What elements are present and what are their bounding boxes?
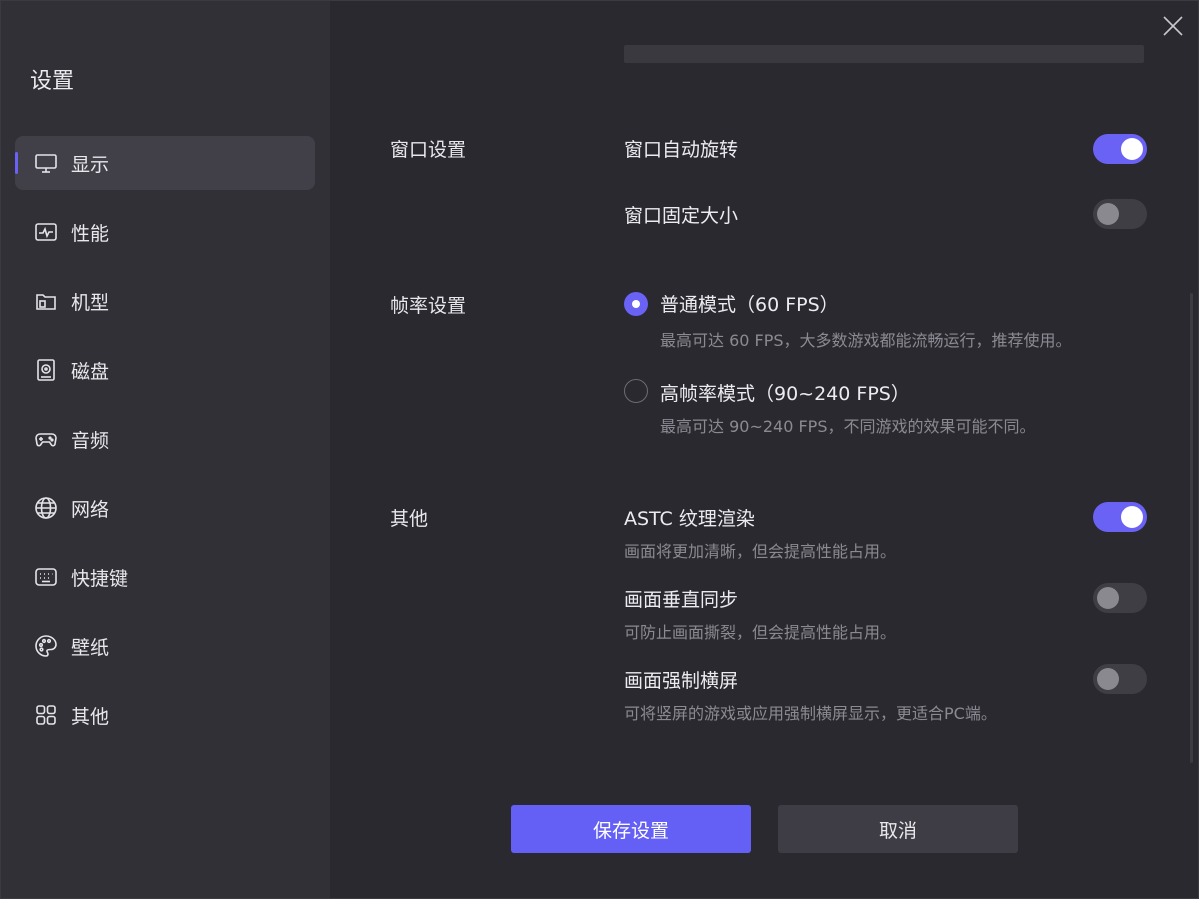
force-landscape-desc: 可将竖屏的游戏或应用强制横屏显示，更适合PC端。 [624, 704, 997, 723]
scrollbar[interactable] [1190, 293, 1193, 763]
normal-mode-desc: 最高可达 60 FPS，大多数游戏都能流畅运行，推荐使用。 [660, 331, 1072, 350]
cancel-button[interactable]: 取消 [778, 805, 1018, 853]
sidebar-item-label: 显示 [71, 153, 110, 176]
normal-mode-radio[interactable] [624, 292, 648, 316]
force-landscape-toggle[interactable] [1093, 664, 1147, 694]
toggle-knob [1097, 587, 1119, 609]
monitor-icon [33, 150, 59, 176]
sidebar-item-label: 性能 [71, 222, 110, 245]
sidebar-item-display[interactable]: 显示 [15, 136, 315, 190]
auto-rotate-title: 窗口自动旋转 [624, 139, 739, 161]
toggle-knob [1097, 203, 1119, 225]
sidebar-nav: 显示 性能 机型 磁盘 音频 网络 快捷键 壁纸 其他 [15, 136, 315, 757]
sidebar-item-label: 壁纸 [71, 636, 110, 659]
sidebar-item-network[interactable]: 网络 [15, 481, 315, 535]
keyboard-icon [33, 564, 59, 590]
sidebar-item-label: 快捷键 [71, 567, 129, 590]
sidebar-item-wallpaper[interactable]: 壁纸 [15, 619, 315, 673]
force-landscape-title: 画面强制横屏 [624, 670, 739, 692]
globe-icon [33, 495, 59, 521]
normal-mode-title: 普通模式（60 FPS） [660, 294, 839, 316]
settings-window: 设置 显示 性能 机型 磁盘 音频 网络 快捷键 壁纸 其他 窗口设置 窗口自动… [0, 0, 1199, 899]
palette-icon [33, 633, 59, 659]
frame-rate-label: 帧率设置 [390, 295, 467, 317]
sidebar-item-label: 其他 [71, 705, 110, 728]
astc-toggle[interactable] [1093, 502, 1147, 532]
grid-icon [33, 702, 59, 728]
close-icon [1163, 16, 1183, 36]
window-settings-label: 窗口设置 [390, 139, 467, 161]
toggle-knob [1121, 506, 1143, 528]
high-fps-mode-radio[interactable] [624, 379, 648, 403]
sidebar-item-label: 网络 [71, 498, 110, 521]
device-model-icon [33, 288, 59, 314]
sidebar-item-audio[interactable]: 音频 [15, 412, 315, 466]
sidebar-item-label: 磁盘 [71, 360, 110, 383]
scrolled-section-edge [624, 45, 1144, 63]
other-label: 其他 [390, 508, 429, 530]
auto-rotate-toggle[interactable] [1093, 134, 1147, 164]
disk-icon [33, 357, 59, 383]
toggle-knob [1121, 138, 1143, 160]
settings-content: 窗口设置 窗口自动旋转 窗口固定大小 帧率设置 普通模式（60 FPS） 最高可… [330, 1, 1198, 898]
sidebar-item-device-model[interactable]: 机型 [15, 274, 315, 328]
close-button[interactable] [1158, 11, 1188, 41]
sidebar-item-other[interactable]: 其他 [15, 688, 315, 742]
vsync-title: 画面垂直同步 [624, 589, 739, 611]
high-fps-mode-desc: 最高可达 90~240 FPS，不同游戏的效果可能不同。 [660, 417, 1036, 436]
vsync-toggle[interactable] [1093, 583, 1147, 613]
astc-desc: 画面将更加清晰，但会提高性能占用。 [624, 542, 897, 561]
fixed-size-toggle[interactable] [1093, 199, 1147, 229]
sidebar-item-performance[interactable]: 性能 [15, 205, 315, 259]
save-settings-button[interactable]: 保存设置 [511, 805, 751, 853]
sidebar-title: 设置 [30, 69, 75, 94]
sidebar-item-disk[interactable]: 磁盘 [15, 343, 315, 397]
sidebar-item-label: 机型 [71, 291, 110, 314]
sidebar: 设置 显示 性能 机型 磁盘 音频 网络 快捷键 壁纸 其他 [1, 1, 330, 898]
high-fps-mode-title: 高帧率模式（90~240 FPS） [660, 383, 910, 405]
astc-title: ASTC 纹理渲染 [624, 508, 755, 530]
sidebar-item-label: 音频 [71, 429, 110, 452]
toggle-knob [1097, 668, 1119, 690]
fixed-size-title: 窗口固定大小 [624, 205, 739, 227]
sidebar-item-shortcuts[interactable]: 快捷键 [15, 550, 315, 604]
gamepad-icon [33, 426, 59, 452]
vsync-desc: 可防止画面撕裂，但会提高性能占用。 [624, 623, 897, 642]
performance-icon [33, 219, 59, 245]
